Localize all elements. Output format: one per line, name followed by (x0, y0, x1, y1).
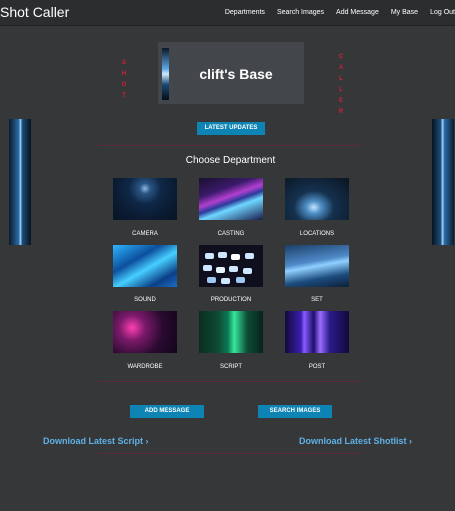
side-text-caller: C A L L E R (337, 52, 345, 118)
side-text-shot: S H O T (120, 58, 128, 102)
chevron-right-icon: › (409, 436, 413, 446)
side-letter: A (338, 65, 344, 71)
side-letter: O (121, 82, 127, 88)
department-label-casting[interactable]: CASTING (186, 231, 276, 237)
light-dot (216, 267, 225, 273)
download-script-label: Download Latest Script (43, 436, 144, 446)
department-label-production[interactable]: PRODUCTION (186, 297, 276, 303)
side-image-right (432, 119, 454, 245)
search-images-button[interactable]: SEARCH IMAGES (258, 405, 332, 418)
nav-link-search-images[interactable]: Search Images (277, 9, 324, 16)
light-dot (229, 266, 238, 272)
divider (98, 453, 363, 454)
department-tile-post[interactable] (285, 311, 349, 353)
department-tile-wardrobe[interactable] (113, 311, 177, 353)
department-label-locations[interactable]: LOCATIONS (272, 231, 362, 237)
nav-link-log-out[interactable]: Log Out (430, 9, 455, 16)
side-letter: T (122, 93, 126, 99)
chevron-right-icon: › (145, 436, 149, 446)
department-tile-camera[interactable] (113, 178, 177, 220)
department-label-post[interactable]: POST (272, 364, 362, 370)
latest-updates-button[interactable]: LATEST UPDATES (197, 122, 265, 135)
light-dot (203, 265, 212, 271)
side-letter: C (338, 54, 344, 60)
side-letter: L (339, 76, 343, 82)
side-letter: E (338, 98, 343, 104)
department-label-script[interactable]: SCRIPT (186, 364, 276, 370)
light-dot (236, 277, 245, 283)
light-dot (243, 268, 252, 274)
side-letter: L (339, 87, 343, 93)
department-label-set[interactable]: SET (272, 297, 362, 303)
side-letter: R (338, 109, 344, 115)
department-tile-set[interactable] (285, 245, 349, 287)
light-dot (205, 253, 214, 259)
department-tile-casting[interactable] (199, 178, 263, 220)
light-dot (221, 278, 230, 284)
divider (98, 381, 363, 382)
add-message-button[interactable]: ADD MESSAGE (130, 405, 204, 418)
department-tile-script[interactable] (199, 311, 263, 353)
nav-link-departments[interactable]: Departments (225, 9, 265, 16)
base-header-card: clift's Base (158, 42, 304, 104)
brand-title[interactable]: Shot Caller (0, 4, 69, 20)
nav-links: Departments Search Images Add Message My… (213, 9, 455, 16)
department-label-wardrobe[interactable]: WARDROBE (100, 364, 190, 370)
download-shotlist-link[interactable]: Download Latest Shotlist › (299, 436, 412, 446)
base-title: clift's Base (199, 66, 273, 82)
nav-link-my-base[interactable]: My Base (391, 9, 418, 16)
light-dot (207, 277, 216, 283)
department-tile-sound[interactable] (113, 245, 177, 287)
side-image-left (9, 119, 31, 245)
side-letter: S (121, 60, 126, 66)
department-label-sound[interactable]: SOUND (100, 297, 190, 303)
nav-link-add-message[interactable]: Add Message (336, 9, 379, 16)
department-label-camera[interactable]: CAMERA (100, 231, 190, 237)
department-tile-locations[interactable] (285, 178, 349, 220)
side-letter: H (121, 71, 127, 77)
light-dot (218, 252, 227, 258)
light-dot (231, 254, 240, 260)
download-shotlist-label: Download Latest Shotlist (299, 436, 407, 446)
department-heading: Choose Department (185, 155, 276, 166)
department-tile-production[interactable] (199, 245, 263, 287)
divider (98, 145, 363, 146)
navbar: Shot Caller Departments Search Images Ad… (0, 0, 455, 26)
light-dot (245, 253, 254, 259)
download-script-link[interactable]: Download Latest Script › (43, 436, 149, 446)
